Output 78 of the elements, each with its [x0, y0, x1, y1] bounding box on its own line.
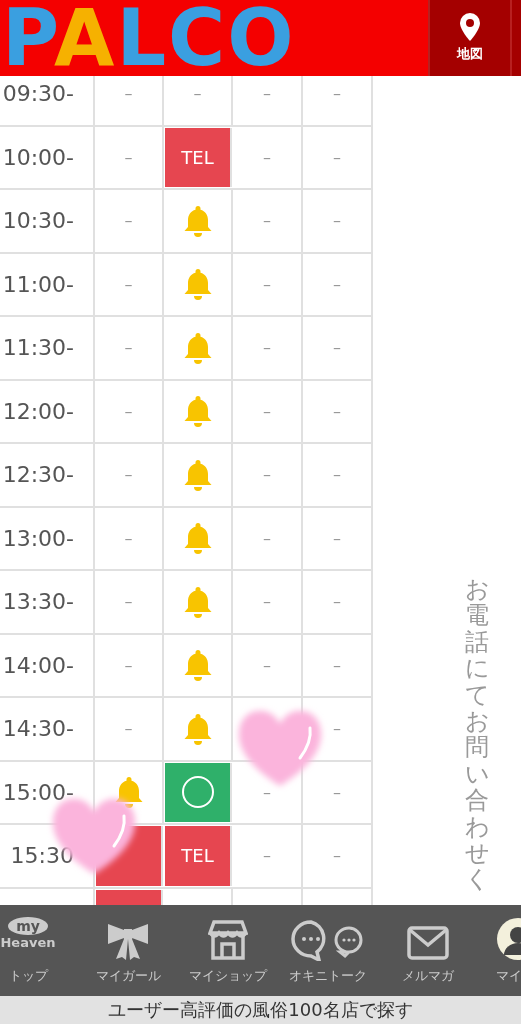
available-slot[interactable]: [165, 762, 232, 822]
dash-mark: –: [333, 465, 341, 485]
time-label: 09:30-: [2, 81, 74, 107]
nav-item[interactable]: マイ: [478, 905, 521, 996]
dash-mark: –: [333, 147, 341, 167]
time-label: 14:30-: [2, 716, 74, 742]
dash-mark: –: [124, 655, 133, 675]
dash-mark: –: [124, 211, 133, 231]
dash-mark: –: [333, 655, 341, 675]
nav-item[interactable]: my Heaven トップ: [0, 905, 78, 996]
bell-icon: [182, 394, 213, 429]
dash-mark: –: [263, 846, 271, 866]
dash-mark: –: [333, 528, 341, 548]
nav-item[interactable]: オキニトーク: [278, 905, 378, 996]
dash-mark: –: [124, 401, 133, 421]
bell-icon: [182, 457, 213, 492]
dash-mark: –: [263, 782, 271, 802]
dash-mark: –: [263, 465, 271, 485]
circle-icon: [180, 775, 215, 810]
dash-mark: –: [263, 274, 271, 294]
bell-icon: [182, 203, 213, 238]
nav-item[interactable]: メルマガ: [378, 905, 478, 996]
dash-mark: –: [263, 528, 271, 548]
time-label: 12:00-: [2, 398, 74, 424]
map-pin-icon: [460, 13, 480, 41]
time-label: 15:00-: [2, 779, 74, 805]
dash-mark: –: [124, 147, 133, 167]
dash-mark: –: [263, 338, 271, 358]
nav-item[interactable]: マイショップ: [178, 905, 278, 996]
dash-mark: –: [263, 592, 271, 612]
dash-mark: –: [263, 211, 271, 231]
bell-icon: [182, 521, 213, 556]
dash-mark: –: [263, 84, 271, 104]
dash-mark: –: [333, 592, 341, 612]
dash-mark: –: [263, 401, 271, 421]
logo: PALCO: [2, 0, 297, 76]
map-button[interactable]: 地図: [428, 0, 510, 76]
time-label: 14:00-: [2, 652, 74, 678]
dash-mark: –: [333, 401, 341, 421]
bell-icon: [182, 330, 213, 365]
time-label: 15:30: [10, 843, 74, 869]
bell-icon: [182, 584, 213, 619]
time-label: 10:00-: [2, 144, 74, 170]
time-label: 12:30-: [2, 462, 74, 488]
time-label: 13:00-: [2, 525, 74, 551]
dash-mark: –: [333, 274, 341, 294]
dash-mark: –: [124, 274, 133, 294]
dash-mark: –: [333, 84, 341, 104]
dash-mark: –: [263, 655, 271, 675]
dash-mark: –: [263, 147, 271, 167]
dash-mark: –: [124, 528, 133, 548]
dash-mark: –: [333, 211, 341, 231]
nav-item[interactable]: マイガール: [78, 905, 178, 996]
mail-icon: [406, 925, 450, 961]
dash-mark: –: [333, 846, 341, 866]
dash-mark: –: [124, 338, 133, 358]
dash-mark: –: [124, 719, 133, 739]
dash-mark: –: [333, 719, 341, 739]
shop-icon: [208, 919, 248, 961]
ribbon-icon: [106, 921, 150, 961]
dash-mark: –: [333, 782, 341, 802]
heaven-logo: my Heaven: [0, 917, 56, 952]
dash-mark: –: [124, 592, 133, 612]
bell-icon: [182, 711, 213, 746]
phone-note: お電話にてお問い合わせく: [465, 576, 489, 896]
tel-button[interactable]: TEL: [165, 826, 232, 886]
time-label: 11:30-: [2, 335, 74, 361]
dash-mark: –: [333, 338, 341, 358]
dash-mark: –: [193, 84, 202, 104]
tel-button[interactable]: TEL: [165, 127, 232, 187]
dash-mark: –: [124, 84, 133, 104]
time-label: 10:30-: [2, 208, 74, 234]
bell-icon: [182, 648, 213, 683]
banner-text: ユーザー高評価の風俗100名店で探す: [0, 996, 521, 1024]
time-label: 11:00-: [2, 271, 74, 297]
dash-mark: –: [124, 465, 133, 485]
time-label: 13:30-: [2, 589, 74, 615]
bell-icon: [182, 267, 213, 302]
